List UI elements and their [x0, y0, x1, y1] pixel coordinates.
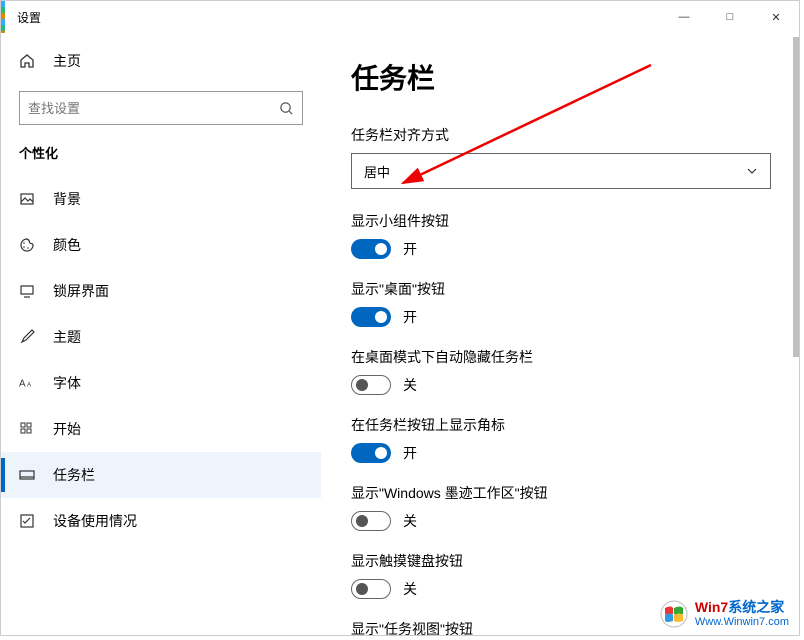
toggle-group: 显示"桌面"按钮 开 [351, 279, 759, 327]
search-input[interactable] [28, 101, 279, 116]
minimize-button[interactable]: — [661, 1, 707, 33]
scrollbar[interactable] [793, 37, 799, 357]
window-controls: — □ ✕ [661, 1, 799, 33]
toggle-switch[interactable] [351, 443, 391, 463]
sidebar-item-themes[interactable]: 主题 [1, 314, 321, 360]
sidebar-item-label: 颜色 [53, 235, 81, 255]
sidebar: 主页 个性化 背景 颜色 锁屏界面 [1, 33, 321, 635]
titlebar: 设置 — □ ✕ [1, 1, 799, 33]
toggle-label: 在任务栏按钮上显示角标 [351, 415, 759, 435]
toggle-switch[interactable] [351, 511, 391, 531]
sidebar-item-label: 锁屏界面 [53, 281, 109, 301]
toggle-group: 在桌面模式下自动隐藏任务栏 关 [351, 347, 759, 395]
toggle-label: 显示"Windows 墨迹工作区"按钮 [351, 483, 759, 503]
home-icon [19, 53, 39, 69]
close-button[interactable]: ✕ [753, 1, 799, 33]
toggle-state: 开 [403, 443, 417, 463]
sidebar-item-label: 开始 [53, 419, 81, 439]
toggle-label: 在桌面模式下自动隐藏任务栏 [351, 347, 759, 367]
toggle-state: 关 [403, 375, 417, 395]
toggle-switch[interactable] [351, 307, 391, 327]
taskbar-icon [19, 467, 39, 483]
home-label: 主页 [53, 51, 81, 71]
watermark-brand2: 系统之家 [728, 599, 784, 615]
toggle-switch[interactable] [351, 239, 391, 259]
section-title: 个性化 [19, 143, 303, 162]
picture-icon [19, 191, 39, 207]
toggle-group: 在任务栏按钮上显示角标 开 [351, 415, 759, 463]
sidebar-item-label: 任务栏 [53, 465, 95, 485]
checklist-icon [19, 513, 39, 529]
grid-icon [19, 421, 39, 437]
svg-text:A: A [19, 379, 26, 390]
sidebar-item-colors[interactable]: 颜色 [1, 222, 321, 268]
sidebar-item-label: 字体 [53, 373, 81, 393]
sidebar-item-device-usage[interactable]: 设备使用情况 [1, 498, 321, 544]
page-title: 任务栏 [351, 57, 759, 97]
search-icon [279, 101, 294, 116]
toggle-switch[interactable] [351, 579, 391, 599]
toggle-group: 显示小组件按钮 开 [351, 211, 759, 259]
alignment-label: 任务栏对齐方式 [351, 125, 759, 145]
toggle-group: 显示触摸键盘按钮 关 [351, 551, 759, 599]
windows-logo-icon [657, 599, 691, 629]
toggle-label: 显示触摸键盘按钮 [351, 551, 759, 571]
chevron-down-icon [746, 165, 758, 177]
brush-icon [19, 329, 39, 345]
watermark-url: Www.Winwin7.com [695, 616, 789, 628]
toggle-label: 显示"桌面"按钮 [351, 279, 759, 299]
toggle-state: 开 [403, 307, 417, 327]
sidebar-item-fonts[interactable]: AA 字体 [1, 360, 321, 406]
sidebar-item-taskbar[interactable]: 任务栏 [1, 452, 321, 498]
sidebar-item-label: 背景 [53, 189, 81, 209]
toggle-switch[interactable] [351, 375, 391, 395]
sidebar-item-start[interactable]: 开始 [1, 406, 321, 452]
home-link[interactable]: 主页 [1, 41, 321, 81]
watermark-brand1: Win7 [695, 599, 728, 615]
toggle-label: 显示小组件按钮 [351, 211, 759, 231]
toggle-state: 开 [403, 239, 417, 259]
sidebar-item-label: 主题 [53, 327, 81, 347]
watermark: Win7系统之家 Www.Winwin7.com [657, 599, 789, 629]
font-icon: AA [19, 375, 39, 391]
sidebar-item-background[interactable]: 背景 [1, 176, 321, 222]
search-box[interactable] [19, 91, 303, 125]
svg-text:A: A [27, 382, 32, 389]
monitor-icon [19, 283, 39, 299]
sidebar-item-lockscreen[interactable]: 锁屏界面 [1, 268, 321, 314]
palette-icon [19, 237, 39, 253]
toggle-state: 关 [403, 511, 417, 531]
alignment-dropdown[interactable]: 居中 [351, 153, 771, 189]
toggle-group: 显示"Windows 墨迹工作区"按钮 关 [351, 483, 759, 531]
window-title: 设置 [17, 9, 41, 26]
toggle-state: 关 [403, 579, 417, 599]
content-area: 任务栏 任务栏对齐方式 居中 显示小组件按钮 开 显示"桌面"按钮 开 在桌面模… [321, 33, 799, 635]
alignment-value: 居中 [364, 162, 390, 181]
maximize-button[interactable]: □ [707, 1, 753, 33]
sidebar-item-label: 设备使用情况 [53, 511, 137, 531]
